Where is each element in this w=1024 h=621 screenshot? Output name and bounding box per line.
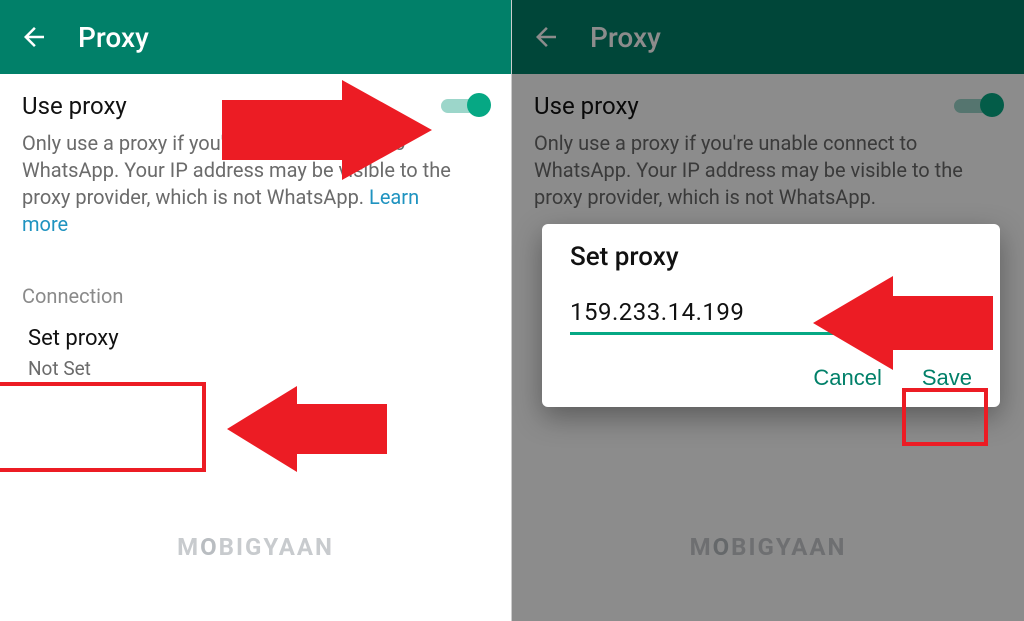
dialog-title: Set proxy bbox=[570, 242, 976, 272]
toggle-thumb bbox=[467, 93, 491, 117]
set-proxy-item[interactable]: Set proxy Not Set bbox=[22, 318, 224, 388]
app-bar: Proxy bbox=[0, 0, 511, 74]
use-proxy-label: Use proxy bbox=[22, 92, 127, 120]
watermark: MOBIGYAAN bbox=[177, 533, 334, 561]
set-proxy-title: Set proxy bbox=[28, 326, 218, 351]
annotation-highlight-setproxy bbox=[0, 382, 206, 472]
arrow-left-icon bbox=[19, 22, 49, 52]
connection-section-label: Connection bbox=[22, 284, 489, 308]
save-button[interactable]: Save bbox=[922, 365, 972, 391]
content-area: Use proxy Only use a proxy if you're una… bbox=[0, 74, 511, 621]
page-title: Proxy bbox=[78, 21, 149, 54]
set-proxy-status: Not Set bbox=[28, 357, 218, 380]
use-proxy-toggle[interactable] bbox=[441, 95, 489, 117]
use-proxy-description: Only use a proxy if you're unable connec… bbox=[22, 130, 462, 238]
cancel-button[interactable]: Cancel bbox=[813, 365, 881, 391]
set-proxy-dialog: Set proxy Cancel Save bbox=[542, 224, 1000, 407]
screenshot-right: Proxy Use proxy Only use a proxy if you'… bbox=[512, 0, 1024, 621]
back-button[interactable] bbox=[18, 21, 50, 53]
screenshot-left: Proxy Use proxy Only use a proxy if you'… bbox=[0, 0, 512, 621]
proxy-address-input[interactable] bbox=[570, 298, 976, 335]
dialog-actions: Cancel Save bbox=[570, 365, 976, 391]
